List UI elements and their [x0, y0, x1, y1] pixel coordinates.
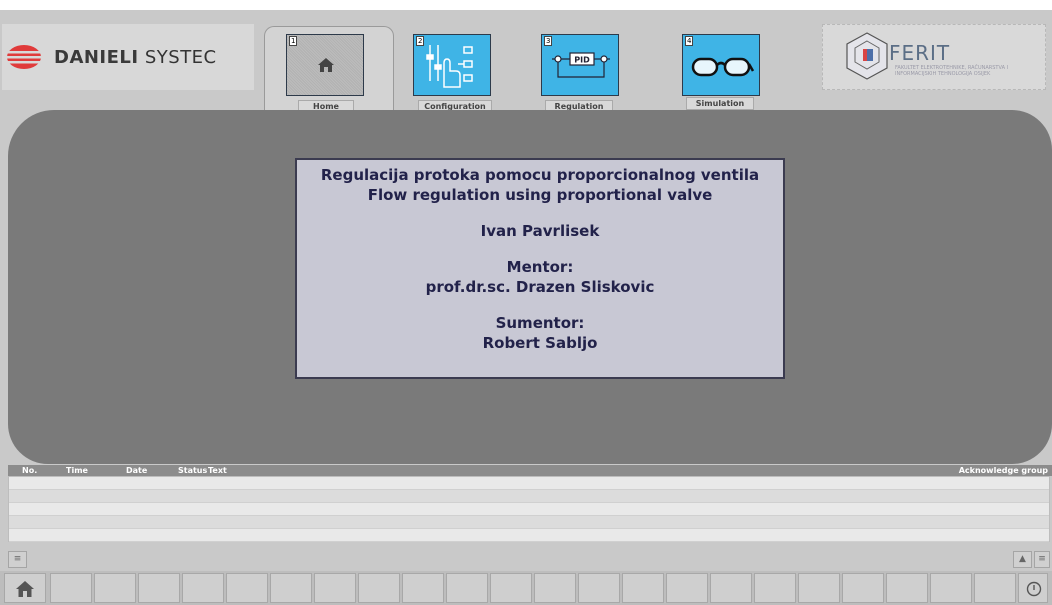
alarm-row[interactable]: [9, 490, 1049, 503]
sumentor-name: Robert Sabljo: [482, 334, 598, 352]
fkey-button[interactable]: [402, 573, 444, 603]
danieli-logo-text: DANIELI SYSTEC: [54, 46, 217, 68]
fkey-button[interactable]: [534, 573, 576, 603]
fkey-button[interactable]: [270, 573, 312, 603]
fkey-button[interactable]: [490, 573, 532, 603]
fkey-button[interactable]: [798, 573, 840, 603]
ferit-title: FERIT: [889, 41, 951, 65]
fkey-button[interactable]: [622, 573, 664, 603]
home-button[interactable]: 1: [286, 34, 364, 96]
fkey-button[interactable]: [666, 573, 708, 603]
home-icon: [16, 581, 34, 597]
fkey-button[interactable]: [182, 573, 224, 603]
top-strip: [0, 0, 1052, 10]
fkey-button[interactable]: [974, 573, 1016, 603]
alarm-settings-button[interactable]: ≡: [1034, 551, 1050, 568]
alarm-view-toggle-button[interactable]: ≡: [8, 551, 27, 568]
power-icon: [1026, 581, 1042, 597]
simulation-label: Simulation: [686, 97, 754, 110]
regulation-button[interactable]: 3 PID: [541, 34, 619, 96]
fkey-power-button[interactable]: [1018, 573, 1048, 603]
fkey-button[interactable]: [50, 573, 92, 603]
list-icon: ≡: [1038, 554, 1046, 564]
column-header-acknowledge-group[interactable]: Acknowledge group: [959, 465, 1048, 476]
fkey-button[interactable]: [314, 573, 356, 603]
title-english: Flow regulation using proportional valve: [367, 186, 713, 204]
title-box: Regulacija protoka pomocu proporcionalno…: [295, 158, 785, 379]
fkey-button[interactable]: [358, 573, 400, 603]
ferit-logo: FERIT FAKULTET ELEKTROTEHNIKE, RAČUNARST…: [822, 24, 1046, 90]
simulation-button[interactable]: 4: [682, 34, 760, 96]
fkey-home-button[interactable]: [4, 573, 46, 603]
alarm-row[interactable]: [9, 503, 1049, 516]
fkey-button[interactable]: [578, 573, 620, 603]
column-header-status[interactable]: Status: [178, 465, 207, 476]
alarm-acknowledge-button[interactable]: ▲: [1013, 551, 1032, 568]
glasses-icon: [691, 57, 755, 77]
svg-text:PID: PID: [574, 56, 590, 65]
author-name: Ivan Pavrlisek: [480, 222, 600, 240]
ferit-emblem-icon: [846, 32, 888, 80]
function-key-bar: [0, 571, 1052, 605]
alarm-list[interactable]: [8, 476, 1050, 542]
ferit-subtitle: FAKULTET ELEKTROTEHNIKE, RAČUNARSTVA I I…: [895, 65, 1009, 77]
fkey-button[interactable]: [710, 573, 752, 603]
column-header-text[interactable]: Text: [208, 465, 227, 476]
danieli-logo-icon: [6, 45, 42, 69]
alarm-row[interactable]: [9, 516, 1049, 529]
mentor-name: prof.dr.sc. Drazen Sliskovic: [425, 278, 655, 296]
fkey-button[interactable]: [226, 573, 268, 603]
column-header-date[interactable]: Date: [126, 465, 147, 476]
fkey-button[interactable]: [754, 573, 796, 603]
danieli-logo: DANIELI SYSTEC: [2, 24, 254, 90]
fkey-button[interactable]: [94, 573, 136, 603]
fkey-button[interactable]: [842, 573, 884, 603]
sumentor-label: Sumentor:: [495, 314, 585, 332]
acknowledge-icon: ▲: [1019, 554, 1026, 564]
configuration-button[interactable]: 2: [413, 34, 491, 96]
title-croatian: Regulacija protoka pomocu proporcionalno…: [320, 166, 760, 184]
alarm-row[interactable]: [9, 529, 1049, 542]
list-icon: ≡: [13, 554, 22, 564]
home-icon: [318, 58, 334, 72]
fkey-button[interactable]: [930, 573, 972, 603]
fkey-button[interactable]: [446, 573, 488, 603]
fkey-button[interactable]: [138, 573, 180, 603]
fkey-button[interactable]: [886, 573, 928, 603]
column-header-no[interactable]: No.: [22, 465, 37, 476]
alarm-row[interactable]: [9, 477, 1049, 490]
pid-loop-icon: PID: [552, 52, 610, 78]
mentor-label: Mentor:: [506, 258, 574, 276]
touch-configuration-icon: [426, 45, 473, 88]
alarm-table-header: No. Time Date Status Text Acknowledge gr…: [8, 465, 1052, 476]
column-header-time[interactable]: Time: [66, 465, 88, 476]
